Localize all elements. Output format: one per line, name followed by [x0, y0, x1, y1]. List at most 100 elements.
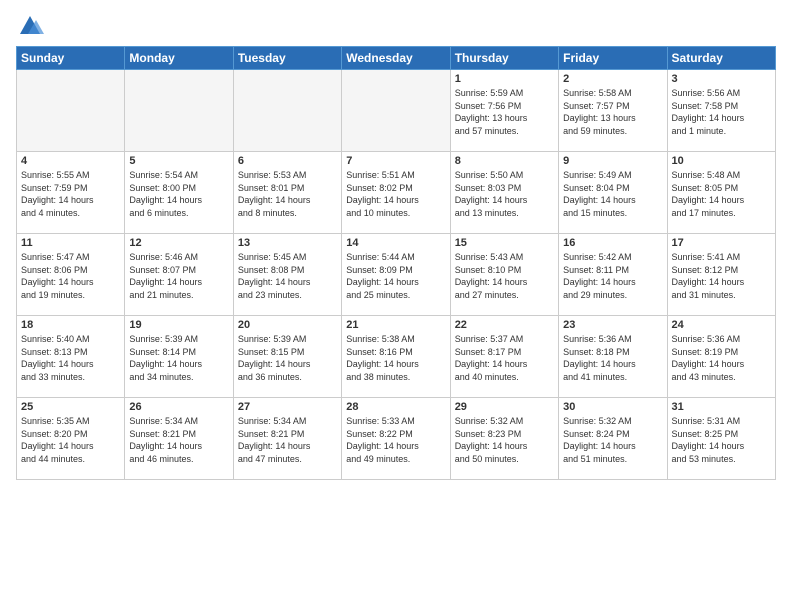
day-info: Sunrise: 5:58 AM Sunset: 7:57 PM Dayligh…	[563, 87, 662, 137]
calendar-header-saturday: Saturday	[667, 47, 775, 70]
calendar-cell: 26Sunrise: 5:34 AM Sunset: 8:21 PM Dayli…	[125, 398, 233, 480]
day-info: Sunrise: 5:33 AM Sunset: 8:22 PM Dayligh…	[346, 415, 445, 465]
calendar-header-friday: Friday	[559, 47, 667, 70]
day-info: Sunrise: 5:51 AM Sunset: 8:02 PM Dayligh…	[346, 169, 445, 219]
day-info: Sunrise: 5:32 AM Sunset: 8:23 PM Dayligh…	[455, 415, 554, 465]
calendar-header-wednesday: Wednesday	[342, 47, 450, 70]
calendar-cell	[17, 70, 125, 152]
calendar-cell: 6 Sunrise: 5:53 AM Sunset: 8:01 PM Daylig…	[233, 152, 341, 234]
day-number: 4	[21, 155, 120, 167]
calendar-cell: 20 Sunrise: 5:39 AM Sunset: 8:15 PM Dayli…	[233, 316, 341, 398]
calendar-cell: 19 Sunrise: 5:39 AM Sunset: 8:14 PM Dayli…	[125, 316, 233, 398]
day-number: 29	[455, 401, 554, 413]
day-info: Sunrise: 5:39 AM Sunset: 8:14 PM Dayligh…	[129, 333, 228, 383]
day-number: 25	[21, 401, 120, 413]
calendar-cell: 8 Sunrise: 5:50 AM Sunset: 8:03 PM Daylig…	[450, 152, 558, 234]
calendar-header-tuesday: Tuesday	[233, 47, 341, 70]
logo-icon	[16, 12, 44, 40]
day-info: Sunrise: 5:56 AM Sunset: 7:58 PM Dayligh…	[672, 87, 771, 137]
calendar-cell: 7 Sunrise: 5:51 AM Sunset: 8:02 PM Daylig…	[342, 152, 450, 234]
day-info: Sunrise: 5:36 AM Sunset: 8:19 PM Dayligh…	[672, 333, 771, 383]
day-number: 16	[563, 237, 662, 249]
calendar-header-sunday: Sunday	[17, 47, 125, 70]
day-info: Sunrise: 5:40 AM Sunset: 8:13 PM Dayligh…	[21, 333, 120, 383]
calendar-cell: 24 Sunrise: 5:36 AM Sunset: 8:19 PM Dayli…	[667, 316, 775, 398]
day-number: 3	[672, 73, 771, 85]
day-number: 5	[129, 155, 228, 167]
day-number: 8	[455, 155, 554, 167]
calendar-cell	[342, 70, 450, 152]
calendar-week-5: 25 Sunrise: 5:35 AM Sunset: 8:20 PM Dayli…	[17, 398, 776, 480]
day-info: Sunrise: 5:39 AM Sunset: 8:15 PM Dayligh…	[238, 333, 337, 383]
day-info: Sunrise: 5:44 AM Sunset: 8:09 PM Dayligh…	[346, 251, 445, 301]
calendar-cell: 1Sunrise: 5:59 AM Sunset: 7:56 PM Daylig…	[450, 70, 558, 152]
day-info: Sunrise: 5:34 AM Sunset: 8:21 PM Dayligh…	[238, 415, 337, 465]
calendar-cell: 27 Sunrise: 5:34 AM Sunset: 8:21 PM Dayli…	[233, 398, 341, 480]
day-info: Sunrise: 5:41 AM Sunset: 8:12 PM Dayligh…	[672, 251, 771, 301]
day-number: 2	[563, 73, 662, 85]
day-info: Sunrise: 5:46 AM Sunset: 8:07 PM Dayligh…	[129, 251, 228, 301]
day-number: 10	[672, 155, 771, 167]
calendar-week-2: 4 Sunrise: 5:55 AM Sunset: 7:59 PM Daylig…	[17, 152, 776, 234]
day-number: 12	[129, 237, 228, 249]
day-info: Sunrise: 5:53 AM Sunset: 8:01 PM Dayligh…	[238, 169, 337, 219]
day-info: Sunrise: 5:47 AM Sunset: 8:06 PM Dayligh…	[21, 251, 120, 301]
day-number: 11	[21, 237, 120, 249]
calendar-cell	[125, 70, 233, 152]
day-info: Sunrise: 5:35 AM Sunset: 8:20 PM Dayligh…	[21, 415, 120, 465]
calendar-cell: 3 Sunrise: 5:56 AM Sunset: 7:58 PM Daylig…	[667, 70, 775, 152]
calendar-cell: 23 Sunrise: 5:36 AM Sunset: 8:18 PM Dayli…	[559, 316, 667, 398]
calendar-cell: 21 Sunrise: 5:38 AM Sunset: 8:16 PM Dayli…	[342, 316, 450, 398]
day-number: 18	[21, 319, 120, 331]
calendar-cell: 29 Sunrise: 5:32 AM Sunset: 8:23 PM Dayli…	[450, 398, 558, 480]
calendar-cell: 5Sunrise: 5:54 AM Sunset: 8:00 PM Daylig…	[125, 152, 233, 234]
day-info: Sunrise: 5:36 AM Sunset: 8:18 PM Dayligh…	[563, 333, 662, 383]
day-number: 9	[563, 155, 662, 167]
day-info: Sunrise: 5:38 AM Sunset: 8:16 PM Dayligh…	[346, 333, 445, 383]
day-number: 21	[346, 319, 445, 331]
calendar-cell: 4 Sunrise: 5:55 AM Sunset: 7:59 PM Daylig…	[17, 152, 125, 234]
calendar-cell: 17 Sunrise: 5:41 AM Sunset: 8:12 PM Dayli…	[667, 234, 775, 316]
day-number: 17	[672, 237, 771, 249]
calendar-week-1: 1Sunrise: 5:59 AM Sunset: 7:56 PM Daylig…	[17, 70, 776, 152]
calendar-header-thursday: Thursday	[450, 47, 558, 70]
calendar-cell: 10 Sunrise: 5:48 AM Sunset: 8:05 PM Dayli…	[667, 152, 775, 234]
day-number: 23	[563, 319, 662, 331]
day-number: 1	[455, 73, 554, 85]
day-info: Sunrise: 5:43 AM Sunset: 8:10 PM Dayligh…	[455, 251, 554, 301]
day-info: Sunrise: 5:50 AM Sunset: 8:03 PM Dayligh…	[455, 169, 554, 219]
calendar-cell	[233, 70, 341, 152]
day-info: Sunrise: 5:55 AM Sunset: 7:59 PM Dayligh…	[21, 169, 120, 219]
calendar-cell: 30Sunrise: 5:32 AM Sunset: 8:24 PM Dayli…	[559, 398, 667, 480]
day-number: 26	[129, 401, 228, 413]
calendar-cell: 2 Sunrise: 5:58 AM Sunset: 7:57 PM Daylig…	[559, 70, 667, 152]
calendar-cell: 14Sunrise: 5:44 AM Sunset: 8:09 PM Dayli…	[342, 234, 450, 316]
calendar-header-row: SundayMondayTuesdayWednesdayThursdayFrid…	[17, 47, 776, 70]
day-info: Sunrise: 5:42 AM Sunset: 8:11 PM Dayligh…	[563, 251, 662, 301]
day-number: 20	[238, 319, 337, 331]
day-info: Sunrise: 5:48 AM Sunset: 8:05 PM Dayligh…	[672, 169, 771, 219]
day-number: 19	[129, 319, 228, 331]
day-number: 27	[238, 401, 337, 413]
calendar-header-monday: Monday	[125, 47, 233, 70]
header	[16, 12, 776, 40]
calendar-table: SundayMondayTuesdayWednesdayThursdayFrid…	[16, 46, 776, 480]
day-number: 31	[672, 401, 771, 413]
calendar-week-4: 18 Sunrise: 5:40 AM Sunset: 8:13 PM Dayli…	[17, 316, 776, 398]
day-info: Sunrise: 5:31 AM Sunset: 8:25 PM Dayligh…	[672, 415, 771, 465]
calendar-cell: 11 Sunrise: 5:47 AM Sunset: 8:06 PM Dayli…	[17, 234, 125, 316]
day-info: Sunrise: 5:49 AM Sunset: 8:04 PM Dayligh…	[563, 169, 662, 219]
calendar-cell: 18 Sunrise: 5:40 AM Sunset: 8:13 PM Dayli…	[17, 316, 125, 398]
calendar-cell: 9 Sunrise: 5:49 AM Sunset: 8:04 PM Daylig…	[559, 152, 667, 234]
calendar-cell: 16 Sunrise: 5:42 AM Sunset: 8:11 PM Dayli…	[559, 234, 667, 316]
day-info: Sunrise: 5:32 AM Sunset: 8:24 PM Dayligh…	[563, 415, 662, 465]
calendar-cell: 15Sunrise: 5:43 AM Sunset: 8:10 PM Dayli…	[450, 234, 558, 316]
calendar-cell: 28 Sunrise: 5:33 AM Sunset: 8:22 PM Dayli…	[342, 398, 450, 480]
day-number: 6	[238, 155, 337, 167]
day-number: 24	[672, 319, 771, 331]
calendar-week-3: 11 Sunrise: 5:47 AM Sunset: 8:06 PM Dayli…	[17, 234, 776, 316]
day-number: 7	[346, 155, 445, 167]
day-number: 28	[346, 401, 445, 413]
calendar-cell: 13Sunrise: 5:45 AM Sunset: 8:08 PM Dayli…	[233, 234, 341, 316]
logo	[16, 12, 48, 40]
